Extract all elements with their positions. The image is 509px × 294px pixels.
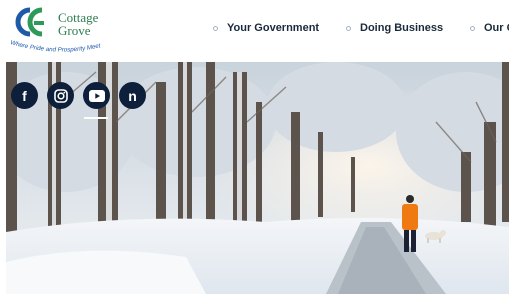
logo-tagline: Where Pride and Prosperity Meet: [10, 40, 102, 54]
nav-item-your-government[interactable]: Your Government: [213, 22, 319, 34]
instagram-icon[interactable]: [47, 82, 74, 109]
nav-item-label: Your Government: [227, 22, 320, 34]
facebook-icon[interactable]: f: [11, 82, 38, 109]
nav-item-our-community[interactable]: Our C: [470, 22, 509, 34]
nav-item-doing-business[interactable]: Doing Business: [346, 22, 443, 34]
facebook-glyph: f: [22, 87, 27, 104]
instagram-glyph-icon: [53, 88, 68, 103]
active-underline: [84, 117, 108, 119]
nav-item-label: Our C: [484, 22, 509, 34]
logo-wordmark: Cottage Grove: [58, 11, 98, 37]
nav-bullet-icon: [470, 25, 475, 31]
nav-item-label: Doing Business: [360, 22, 444, 34]
site-header: Cottage Grove Where Pride and Prosperity…: [0, 0, 509, 62]
youtube-glyph-icon: [88, 89, 105, 102]
svg-text:Where Pride and Prosperity Mee: Where Pride and Prosperity Meet: [10, 40, 102, 54]
social-links: f n: [11, 82, 146, 109]
logo-name-line2: Grove: [58, 23, 91, 38]
nextdoor-glyph: n: [128, 87, 137, 104]
nextdoor-icon[interactable]: n: [119, 82, 146, 109]
logo-mark-icon: [15, 7, 44, 37]
city-logo[interactable]: Cottage Grove Where Pride and Prosperity…: [8, 6, 108, 56]
youtube-icon[interactable]: [83, 82, 110, 109]
logo-tagline-text: Where Pride and Prosperity Meet: [10, 40, 102, 54]
nav-bullet-icon: [346, 25, 351, 31]
nav-bullet-icon: [213, 25, 218, 31]
